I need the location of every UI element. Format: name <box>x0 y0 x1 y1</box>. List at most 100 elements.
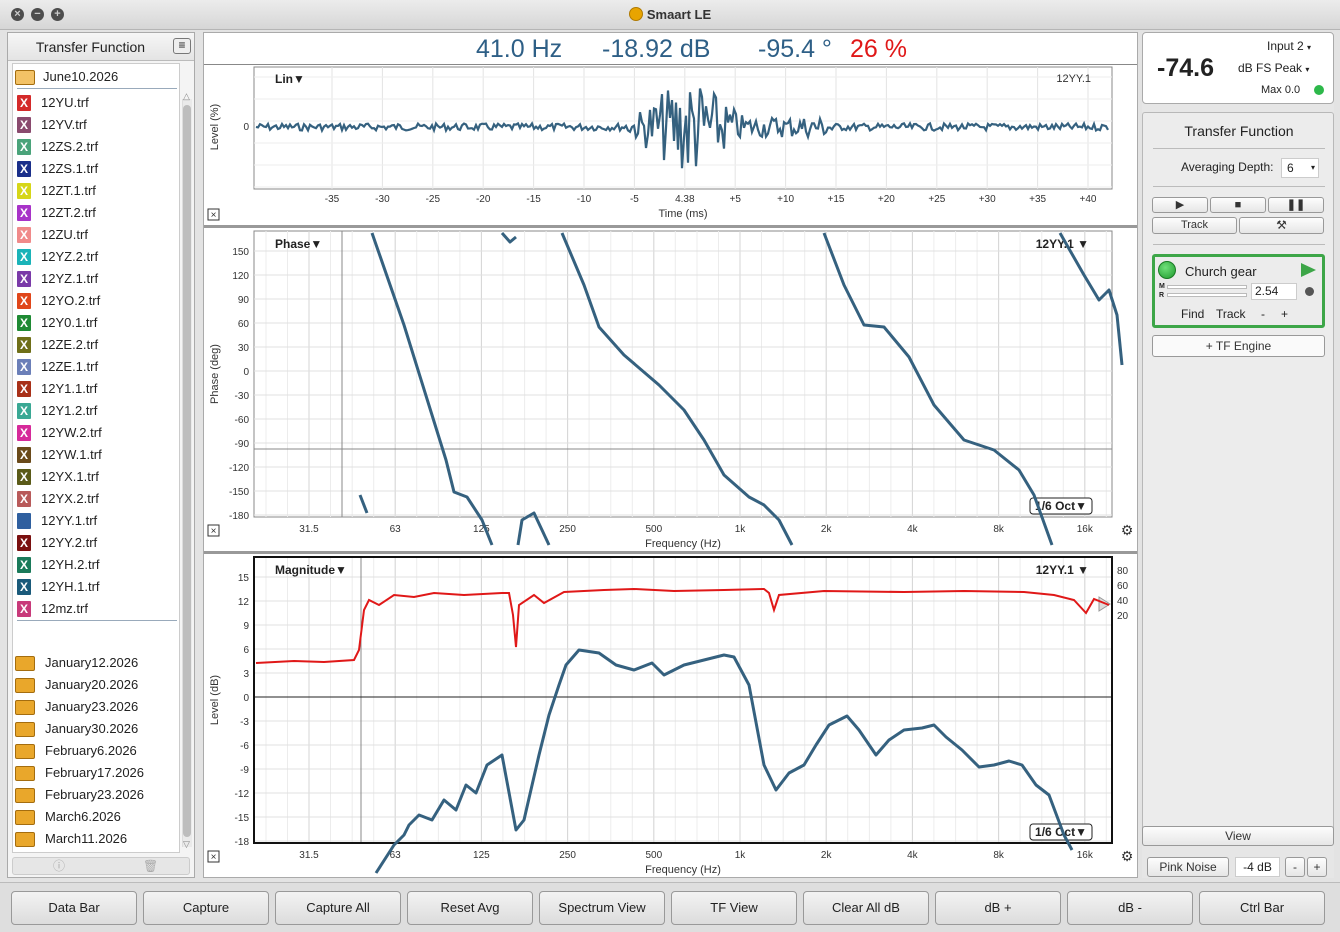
mag-plot-mode-selector[interactable]: Magnitude▼ <box>275 563 347 577</box>
file-item[interactable]: X 12YW.2.trf <box>13 422 179 444</box>
command-button-clear-all-db[interactable]: Clear All dB <box>803 891 929 925</box>
file-item[interactable]: X 12Y0.1.trf <box>13 312 179 334</box>
open-folder-item[interactable]: June10.2026 <box>13 66 179 88</box>
measurement-on-icon[interactable] <box>1158 261 1176 279</box>
file-item[interactable]: X 12Y1.1.trf <box>13 378 179 400</box>
mag-plot-x-tick: 4k <box>907 850 919 861</box>
averaging-depth-select[interactable]: 6 ▾ <box>1281 158 1319 178</box>
folder-item[interactable]: February17.2026 <box>13 762 179 784</box>
folder-item[interactable]: January30.2026 <box>13 718 179 740</box>
ir-x-tick: -5 <box>630 194 639 205</box>
file-name: 12ZS.2.trf <box>41 139 99 154</box>
folder-item[interactable]: March6.2026 <box>13 806 179 828</box>
file-item[interactable]: X 12ZT.1.trf <box>13 180 179 202</box>
phase-plot-gear-icon[interactable]: ⚙ <box>1121 523 1134 539</box>
file-item[interactable]: X 12YV.trf <box>13 114 179 136</box>
trf-file-icon: X <box>17 95 31 111</box>
file-item[interactable]: X 12ZE.1.trf <box>13 356 179 378</box>
folder-item[interactable]: February23.2026 <box>13 784 179 806</box>
meter-unit-select[interactable]: dB FS Peak ▾ <box>1238 61 1309 75</box>
meter-max[interactable]: Max 0.0 <box>1261 84 1300 96</box>
input-select-label: Input 2 <box>1267 39 1304 53</box>
noise-level-field[interactable]: -4 dB <box>1235 857 1280 877</box>
phase-plot-mode-selector[interactable]: Phase▼ <box>275 237 322 251</box>
phase-plot-close-icon-glyph[interactable]: × <box>211 526 217 537</box>
mag-plot-y-tick: 9 <box>243 621 249 632</box>
command-button-capture-all[interactable]: Capture All <box>275 891 401 925</box>
tools-button[interactable]: ⚒ <box>1239 217 1324 234</box>
command-button-reset-avg[interactable]: Reset Avg <box>407 891 533 925</box>
noise-minus-button[interactable]: - <box>1285 857 1305 877</box>
info-icon[interactable]: ⓘ <box>53 858 65 874</box>
file-item[interactable]: 12YY.1.trf <box>13 510 179 532</box>
view-button[interactable]: View <box>1142 826 1334 846</box>
file-item[interactable]: X 12Y1.2.trf <box>13 400 179 422</box>
file-item[interactable]: X 12YZ.1.trf <box>13 268 179 290</box>
readout-phase: -95.4 ° <box>758 35 832 63</box>
file-item[interactable]: X 12YH.1.trf <box>13 576 179 598</box>
folder-item[interactable]: March11.2026 <box>13 828 179 850</box>
scrollbar-thumb[interactable] <box>183 105 191 837</box>
file-item[interactable]: X 12mz.trf <box>13 598 179 620</box>
scroll-up-icon[interactable]: △ <box>183 91 190 102</box>
stop-button[interactable]: ■ <box>1210 197 1266 213</box>
folder-item[interactable]: January12.2026 <box>13 652 179 674</box>
file-item[interactable]: X 12YZ.2.trf <box>13 246 179 268</box>
command-button-spectrum-view[interactable]: Spectrum View <box>539 891 665 925</box>
folder-item[interactable]: February6.2026 <box>13 740 179 762</box>
file-item[interactable]: X 12YW.1.trf <box>13 444 179 466</box>
file-item[interactable]: X 12ZS.1.trf <box>13 158 179 180</box>
command-button-db[interactable]: dB - <box>1067 891 1193 925</box>
mag-plot-trace-selector[interactable]: 12YY.1 ▼ <box>1036 563 1089 577</box>
file-item[interactable]: X 12YY.2.trf <box>13 532 179 554</box>
phase-plot-ylabel: Phase (deg) <box>209 344 221 404</box>
mag-plot-y-tick: 15 <box>238 573 250 584</box>
find-delay-button[interactable]: Find <box>1181 307 1204 321</box>
track-delay-button[interactable]: Track <box>1216 307 1246 321</box>
tf-engine-button[interactable]: + TF Engine <box>1152 335 1325 357</box>
noise-plus-button[interactable]: + <box>1307 857 1327 877</box>
measurement-card[interactable]: Church gear M R 2.54 Find Track - + <box>1152 254 1325 328</box>
phase-plot-y-tick: 30 <box>238 343 250 354</box>
file-name: 12YX.1.trf <box>41 469 99 484</box>
command-button-tf-view[interactable]: TF View <box>671 891 797 925</box>
trf-file-icon: X <box>17 491 31 507</box>
folder-item[interactable]: January20.2026 <box>13 674 179 696</box>
file-item[interactable]: X 12YH.2.trf <box>13 554 179 576</box>
mag-plot-close-icon-glyph[interactable]: × <box>211 852 217 863</box>
delay-minus-button[interactable]: - <box>1261 307 1265 321</box>
command-button-data-bar[interactable]: Data Bar <box>11 891 137 925</box>
file-item[interactable]: X 12ZE.2.trf <box>13 334 179 356</box>
file-item[interactable]: X 12YU.trf <box>13 92 179 114</box>
track-button[interactable]: Track <box>1152 217 1237 234</box>
file-item[interactable]: X 12ZS.2.trf <box>13 136 179 158</box>
file-item[interactable]: X 12YX.1.trf <box>13 466 179 488</box>
command-button-ctrl-bar[interactable]: Ctrl Bar <box>1199 891 1325 925</box>
folder-item[interactable]: March13.2026 <box>13 850 179 852</box>
command-button-capture[interactable]: Capture <box>143 891 269 925</box>
pink-noise-button[interactable]: Pink Noise <box>1147 857 1229 877</box>
trf-file-icon: X <box>17 205 31 221</box>
phase-plot-frame <box>253 230 1113 518</box>
delay-dot-icon[interactable] <box>1305 287 1314 296</box>
file-item[interactable]: X 12YO.2.trf <box>13 290 179 312</box>
file-item[interactable]: X 12ZT.2.trf <box>13 202 179 224</box>
ir-mode-selector[interactable]: Lin▼ <box>275 72 305 86</box>
file-item[interactable]: X 12YX.2.trf <box>13 488 179 510</box>
menu-icon[interactable]: ≡ <box>173 38 191 54</box>
mag-plot-gear-icon[interactable]: ⚙ <box>1121 849 1134 865</box>
ir-close-icon-glyph[interactable]: × <box>211 210 217 221</box>
phase-plot-x-tick: 63 <box>390 524 402 535</box>
input-select[interactable]: Input 2 ▾ <box>1267 39 1311 53</box>
folder-name: February23.2026 <box>45 787 145 802</box>
trash-icon[interactable]: 🗑 <box>143 858 158 874</box>
delay-plus-button[interactable]: + <box>1281 307 1288 321</box>
live-play-icon[interactable] <box>1301 263 1316 277</box>
folder-item[interactable]: January23.2026 <box>13 696 179 718</box>
file-item[interactable]: X 12ZU.trf <box>13 224 179 246</box>
scroll-down-icon[interactable]: ▽ <box>183 839 190 850</box>
delay-field[interactable]: 2.54 <box>1251 283 1297 300</box>
play-button[interactable]: ▶ <box>1152 197 1208 213</box>
command-button-db[interactable]: dB + <box>935 891 1061 925</box>
pause-button[interactable]: ❚❚ <box>1268 197 1324 213</box>
